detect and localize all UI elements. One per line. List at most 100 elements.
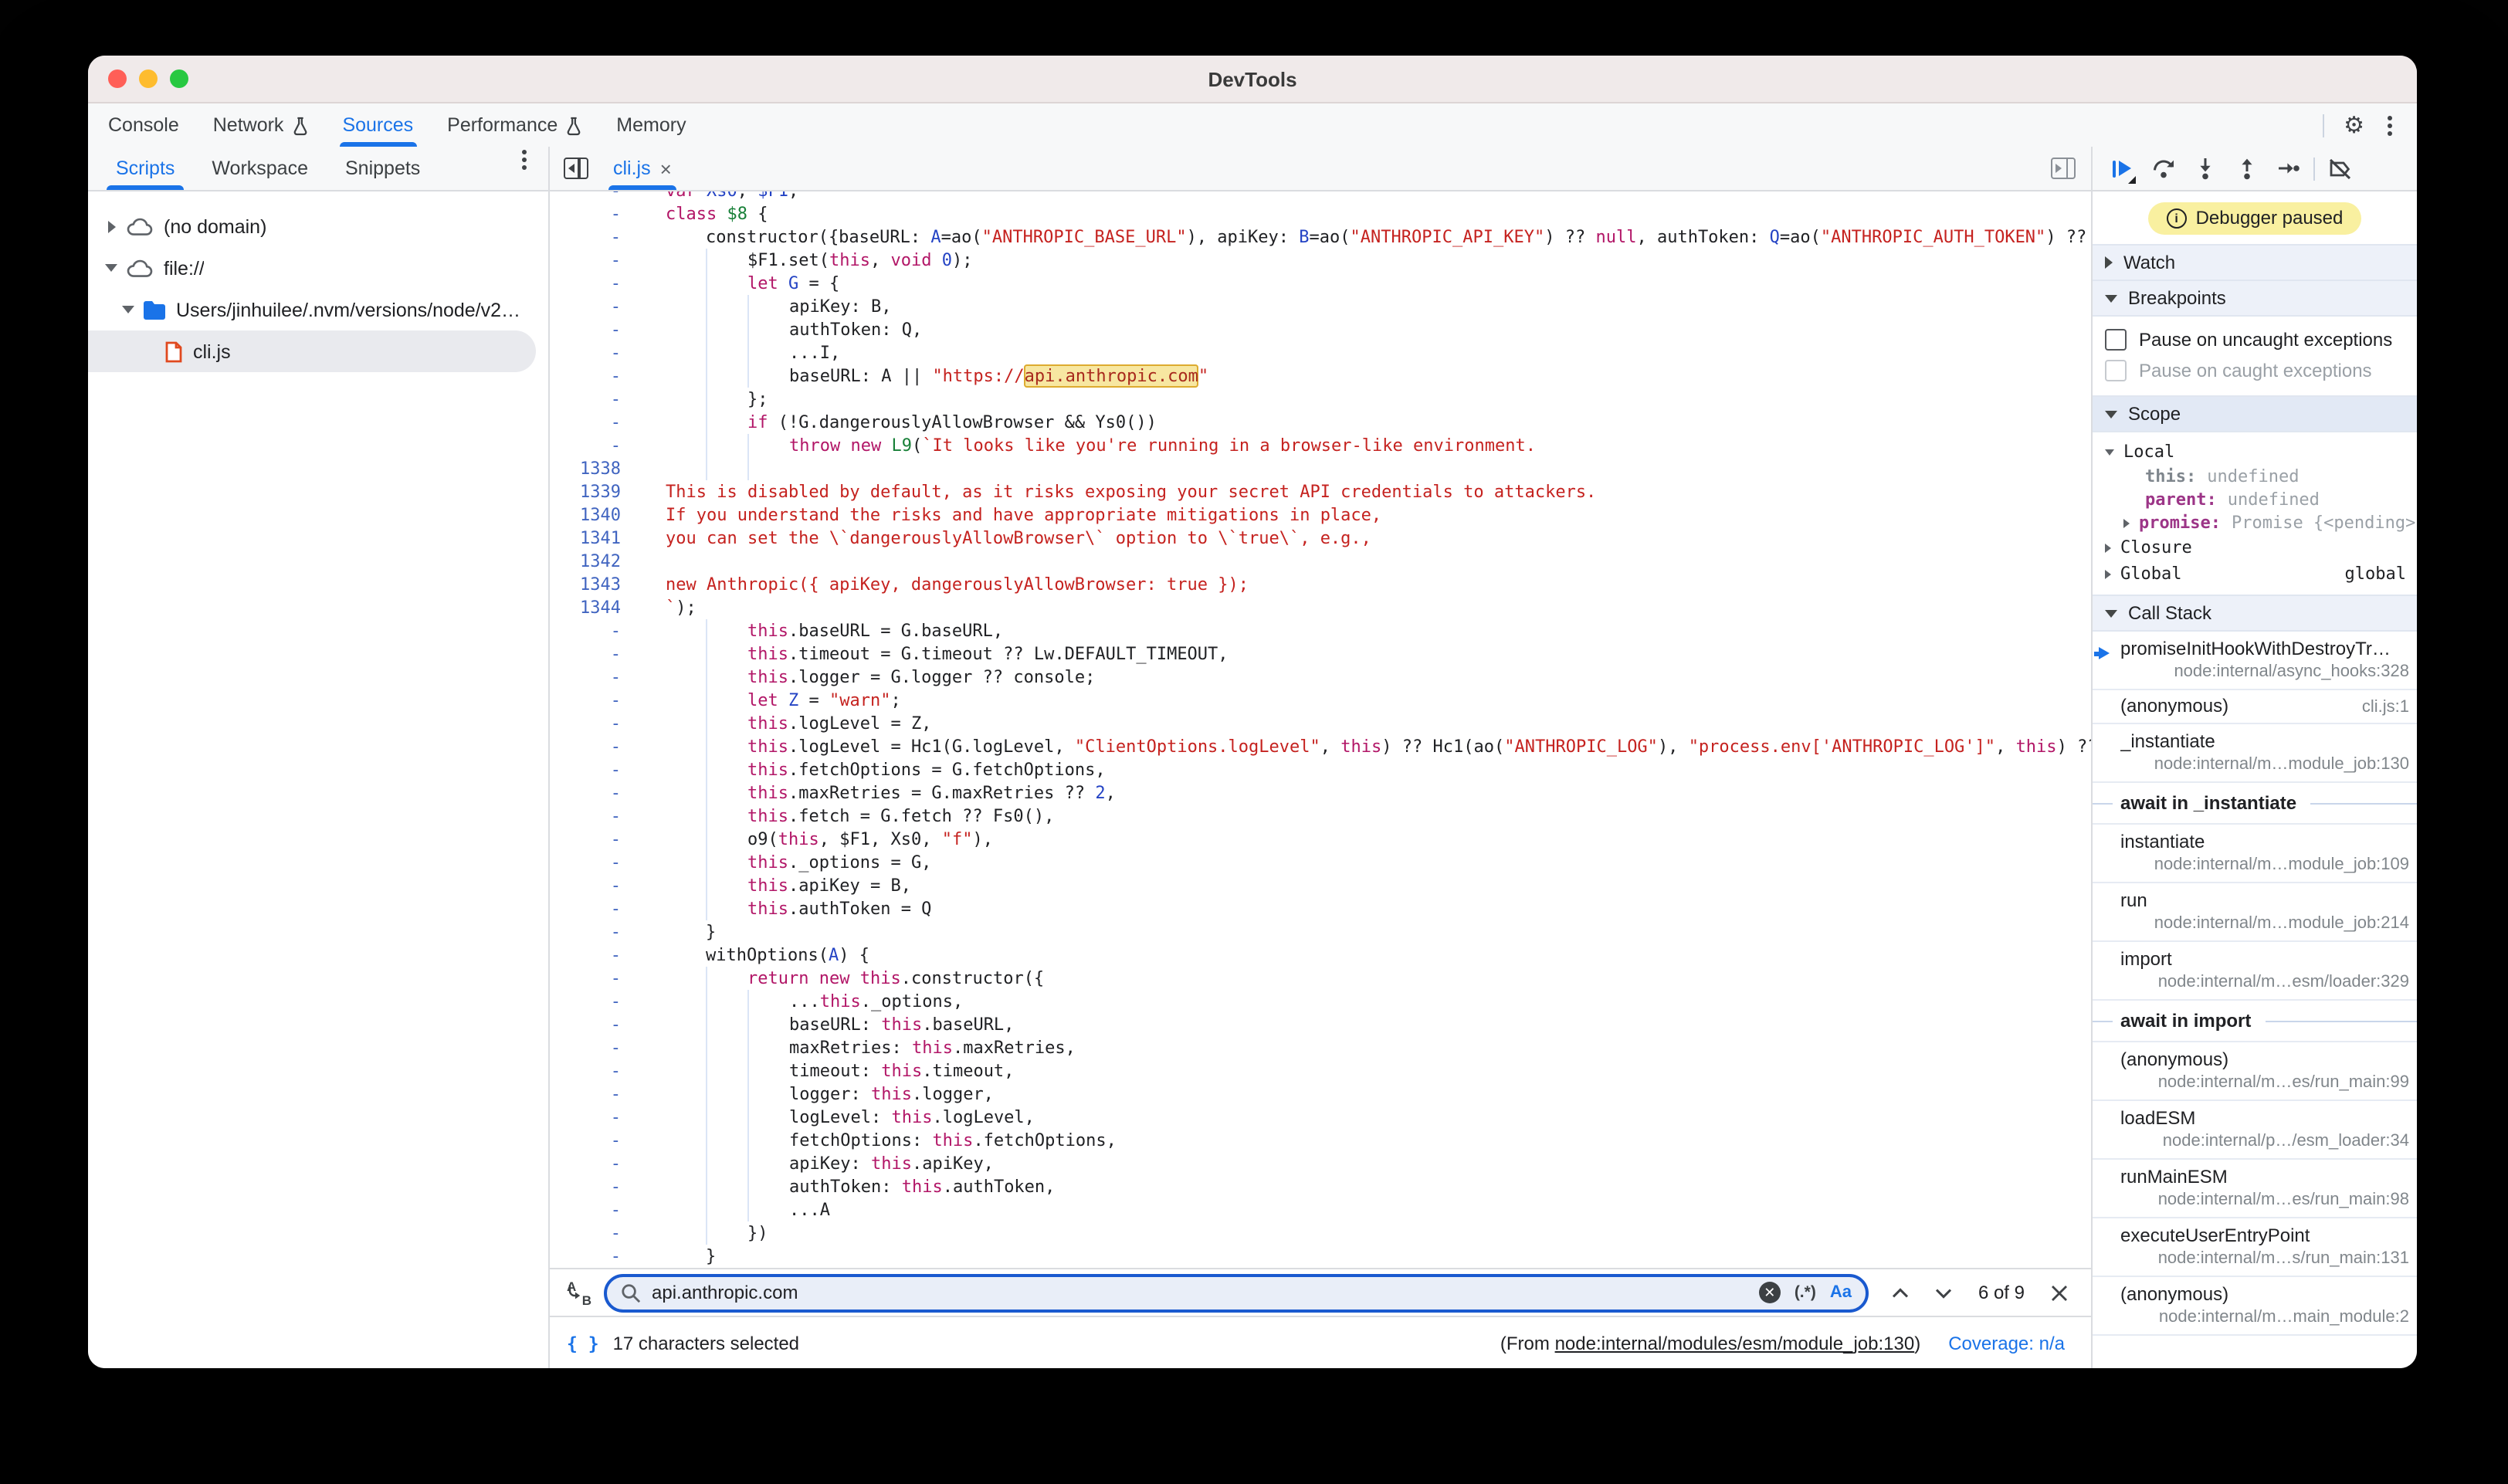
step-into-icon[interactable] bbox=[2184, 150, 2225, 187]
line-gutter[interactable]: 1343 bbox=[550, 573, 639, 596]
line-gutter[interactable]: - bbox=[550, 805, 639, 828]
section-call-stack[interactable]: Call Stack bbox=[2093, 595, 2417, 632]
line-gutter[interactable]: - bbox=[550, 828, 639, 851]
frame-location-link[interactable]: node:internal/m…es/run_main:99 bbox=[2120, 1072, 2409, 1093]
frame-location-link[interactable]: node:internal/async_hooks:328 bbox=[2120, 661, 2409, 683]
code-line[interactable]: -this.baseURL = G.baseURL, bbox=[550, 619, 2091, 642]
code-line[interactable]: -o9(this, $F1, Xs0, "f"), bbox=[550, 828, 2091, 851]
line-gutter[interactable]: - bbox=[550, 1221, 639, 1245]
line-gutter[interactable]: - bbox=[550, 897, 639, 920]
code-line[interactable]: -this._options = G, bbox=[550, 851, 2091, 874]
line-gutter[interactable]: - bbox=[550, 1175, 639, 1198]
close-search-icon[interactable] bbox=[2051, 1284, 2068, 1301]
editor-tab-cli-js[interactable]: cli.js × bbox=[608, 147, 676, 190]
section-watch[interactable]: Watch bbox=[2093, 244, 2417, 281]
section-breakpoints[interactable]: Breakpoints bbox=[2093, 280, 2417, 317]
line-gutter[interactable]: - bbox=[550, 225, 639, 249]
line-gutter[interactable]: - bbox=[550, 920, 639, 944]
scope-var-promise[interactable]: promise:Promise {<pending>} bbox=[2093, 511, 2417, 534]
code-line[interactable]: -var Xs0, $F1; bbox=[550, 191, 2091, 202]
call-stack-frame[interactable]: _instantiatenode:internal/m…module_job:1… bbox=[2093, 724, 2417, 783]
line-gutter[interactable]: 1341 bbox=[550, 527, 639, 550]
call-stack-frame[interactable]: (anonymous)node:internal/m…es/run_main:9… bbox=[2093, 1042, 2417, 1101]
code-line[interactable]: -throw new L9(`It looks like you're runn… bbox=[550, 434, 2091, 457]
code-line[interactable]: -apiKey: this.apiKey, bbox=[550, 1152, 2091, 1175]
code-line[interactable]: -authToken: this.authToken, bbox=[550, 1175, 2091, 1198]
tab-memory[interactable]: Memory bbox=[599, 103, 703, 147]
tree-item-file-protocol[interactable]: file:// bbox=[88, 247, 548, 289]
line-gutter[interactable]: - bbox=[550, 990, 639, 1013]
tab-console[interactable]: Console bbox=[91, 103, 196, 147]
line-gutter[interactable]: - bbox=[550, 642, 639, 666]
line-gutter[interactable]: - bbox=[550, 712, 639, 735]
frame-location-link[interactable]: node:internal/m…main_module:2 bbox=[2120, 1306, 2409, 1328]
code-line[interactable]: -$F1.set(this, void 0); bbox=[550, 249, 2091, 272]
code-line[interactable]: -class $8 { bbox=[550, 202, 2091, 225]
hide-navigator-panel-icon[interactable] bbox=[564, 158, 588, 179]
tab-sources[interactable]: Sources bbox=[325, 103, 430, 147]
close-tab-icon[interactable]: × bbox=[660, 158, 672, 178]
code-line[interactable]: -this.maxRetries = G.maxRetries ?? 2, bbox=[550, 781, 2091, 805]
line-gutter[interactable]: 1338 bbox=[550, 457, 639, 480]
line-gutter[interactable]: - bbox=[550, 1152, 639, 1175]
more-options-kebab-icon[interactable] bbox=[2384, 112, 2395, 138]
line-gutter[interactable]: - bbox=[550, 689, 639, 712]
scope-global[interactable]: Globalglobal bbox=[2093, 561, 2417, 587]
code-line[interactable]: -let G = { bbox=[550, 272, 2091, 295]
chevron-down-icon[interactable] bbox=[120, 306, 136, 313]
code-line[interactable]: -this.authToken = Q bbox=[550, 897, 2091, 920]
line-gutter[interactable]: - bbox=[550, 944, 639, 967]
line-gutter[interactable]: - bbox=[550, 1129, 639, 1152]
step-over-icon[interactable] bbox=[2142, 150, 2184, 187]
code-line[interactable]: -let Z = "warn"; bbox=[550, 689, 2091, 712]
previous-match-icon[interactable] bbox=[1892, 1287, 1909, 1298]
code-line[interactable]: -timeout: this.timeout, bbox=[550, 1059, 2091, 1083]
code-line[interactable]: -...I, bbox=[550, 341, 2091, 364]
pause-uncaught-exceptions-row[interactable]: Pause on uncaught exceptions bbox=[2093, 324, 2417, 355]
code-line[interactable]: -this.fetch = G.fetch ?? Fs0(), bbox=[550, 805, 2091, 828]
frame-location-link[interactable]: node:internal/m…module_job:109 bbox=[2120, 854, 2409, 876]
frame-location-link[interactable]: node:internal/m…module_job:130 bbox=[2120, 754, 2409, 775]
line-gutter[interactable]: - bbox=[550, 851, 639, 874]
code-line[interactable]: -this.logLevel = Hc1(G.logLevel, "Client… bbox=[550, 735, 2091, 758]
minimize-window-button[interactable] bbox=[139, 69, 158, 88]
tab-workspace[interactable]: Workspace bbox=[212, 147, 308, 190]
code-line[interactable]: -...A bbox=[550, 1198, 2091, 1221]
tab-snippets[interactable]: Snippets bbox=[345, 147, 420, 190]
code-line[interactable]: -return new this.constructor({ bbox=[550, 967, 2091, 990]
origin-link[interactable]: node:internal/modules/esm/module_job:130 bbox=[1555, 1332, 1915, 1354]
tab-scripts[interactable]: Scripts bbox=[116, 147, 175, 190]
call-stack-frame[interactable]: (anonymous)cli.js:1 bbox=[2093, 690, 2417, 724]
call-stack-frame[interactable]: executeUserEntryPointnode:internal/m…s/r… bbox=[2093, 1218, 2417, 1277]
code-line[interactable]: 1342 bbox=[550, 550, 2091, 573]
code-line[interactable]: -this.logger = G.logger ?? console; bbox=[550, 666, 2091, 689]
call-stack-frame[interactable]: instantiatenode:internal/m…module_job:10… bbox=[2093, 825, 2417, 883]
step-out-icon[interactable] bbox=[2225, 150, 2267, 187]
coverage-link[interactable]: Coverage: n/a bbox=[1948, 1332, 2065, 1354]
line-gutter[interactable]: - bbox=[550, 735, 639, 758]
call-stack-frame[interactable]: promiseInitHookWithDestroyTr…node:intern… bbox=[2093, 632, 2417, 690]
code-line[interactable]: -authToken: Q, bbox=[550, 318, 2091, 341]
scope-var-this[interactable]: this:undefined bbox=[2093, 465, 2417, 488]
close-window-button[interactable] bbox=[108, 69, 127, 88]
frame-location-link[interactable]: node:internal/p…/esm_loader:34 bbox=[2120, 1130, 2409, 1152]
zoom-window-button[interactable] bbox=[170, 69, 188, 88]
line-gutter[interactable]: - bbox=[550, 1106, 639, 1129]
code-line[interactable]: -} bbox=[550, 920, 2091, 944]
line-gutter[interactable]: - bbox=[550, 1059, 639, 1083]
pause-caught-exceptions-row[interactable]: Pause on caught exceptions bbox=[2093, 355, 2417, 386]
scope-var-parent[interactable]: parent:undefined bbox=[2093, 488, 2417, 511]
line-gutter[interactable]: - bbox=[550, 781, 639, 805]
frame-location-link[interactable]: node:internal/m…s/run_main:131 bbox=[2120, 1248, 2409, 1269]
code-line[interactable]: -if (!G.dangerouslyAllowBrowser && Ys0()… bbox=[550, 411, 2091, 434]
line-gutter[interactable]: - bbox=[550, 411, 639, 434]
tree-item-no-domain[interactable]: (no domain) bbox=[88, 205, 548, 247]
line-gutter[interactable]: - bbox=[550, 1245, 639, 1268]
line-gutter[interactable]: - bbox=[550, 388, 639, 411]
line-gutter[interactable]: - bbox=[550, 318, 639, 341]
frame-location-link[interactable]: node:internal/m…module_job:214 bbox=[2120, 913, 2409, 934]
line-gutter[interactable]: - bbox=[550, 249, 639, 272]
call-stack-frame[interactable]: runMainESMnode:internal/m…es/run_main:98 bbox=[2093, 1160, 2417, 1218]
scope-local[interactable]: Local bbox=[2093, 439, 2417, 465]
tree-item-folder[interactable]: Users/jinhuilee/.nvm/versions/node/v2… bbox=[88, 289, 548, 330]
